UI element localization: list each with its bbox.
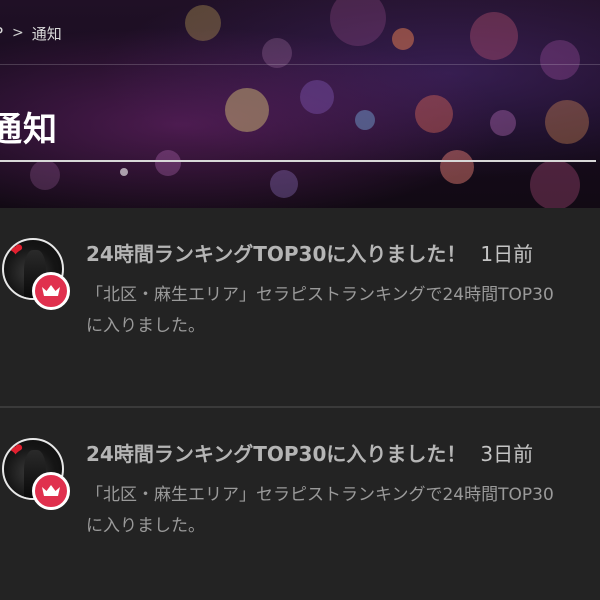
crown-icon bbox=[32, 472, 70, 510]
notification-item[interactable]: ❤ 24時間ランキングTOP30に入りました！ 3日前 「北区・麻生エリア」セラピ… bbox=[0, 408, 600, 600]
notification-content: 24時間ランキングTOP30に入りました！ 3日前 「北区・麻生エリア」セラピスト… bbox=[86, 436, 566, 542]
page-title: 通知 bbox=[0, 110, 58, 150]
chevron-right-icon: > bbox=[12, 25, 24, 41]
header-banner: P > 通知 通知 bbox=[0, 0, 600, 208]
heart-icon: ❤ bbox=[8, 440, 24, 461]
header-divider bbox=[0, 64, 600, 65]
notification-title-text: 24時間ランキングTOP30に入りました！ bbox=[86, 442, 467, 466]
crown-icon bbox=[32, 272, 70, 310]
breadcrumb: P > 通知 bbox=[0, 20, 62, 46]
notification-content: 24時間ランキングTOP30に入りました！ 1日前 「北区・麻生エリア」セラピスト… bbox=[86, 236, 566, 342]
notification-title[interactable]: 24時間ランキングTOP30に入りました！ 3日前 bbox=[86, 436, 566, 472]
breadcrumb-home-link[interactable]: P bbox=[0, 24, 3, 42]
notification-title[interactable]: 24時間ランキングTOP30に入りました！ 1日前 bbox=[86, 236, 566, 272]
notification-title-text: 24時間ランキングTOP30に入りました！ bbox=[86, 242, 467, 266]
notification-item[interactable]: ❤ 24時間ランキングTOP30に入りました！ 1日前 「北区・麻生エリア」セラピ… bbox=[0, 208, 600, 408]
notification-body: 「北区・麻生エリア」セラピストランキングで24時間TOP30に入りました。 bbox=[86, 285, 554, 336]
notifications-page: P > 通知 通知 ❤ 24時間ランキングTOP30に入りました！ 1日前 bbox=[0, 0, 600, 600]
notification-list: ❤ 24時間ランキングTOP30に入りました！ 1日前 「北区・麻生エリア」セラピ… bbox=[0, 208, 600, 600]
breadcrumb-current: 通知 bbox=[31, 24, 62, 43]
notification-body: 「北区・麻生エリア」セラピストランキングで24時間TOP30に入りました。 bbox=[86, 485, 554, 536]
notification-time: 1日前 bbox=[480, 242, 534, 266]
title-underline bbox=[0, 160, 596, 162]
notification-time: 3日前 bbox=[480, 442, 534, 466]
heart-icon: ❤ bbox=[8, 240, 24, 261]
